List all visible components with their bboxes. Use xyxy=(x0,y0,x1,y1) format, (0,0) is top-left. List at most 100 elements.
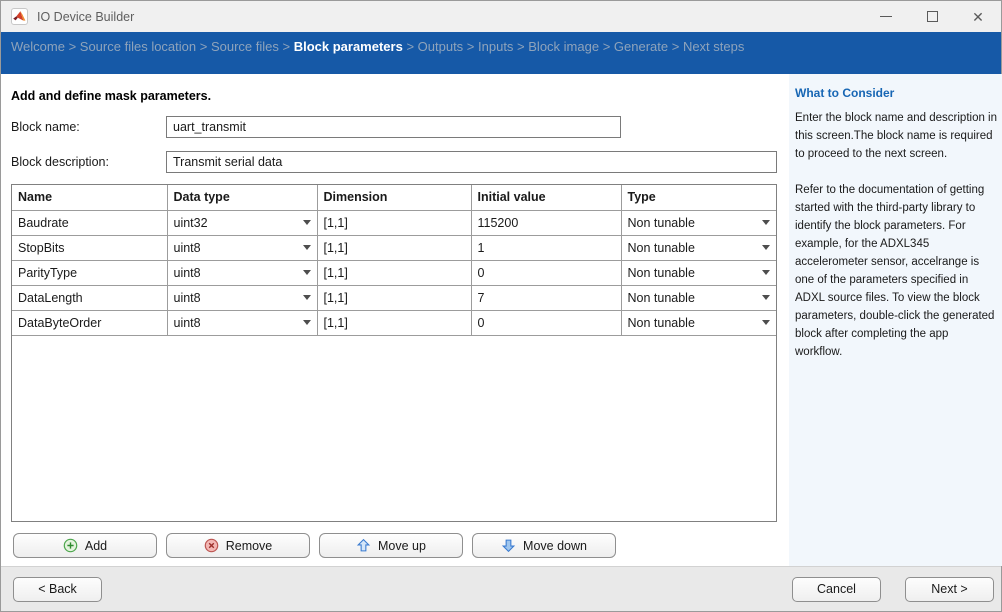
cell-data-type-dropdown-value: uint8 xyxy=(173,315,201,330)
action-button-label: Remove xyxy=(225,538,273,553)
block-name-field-row: Block name: xyxy=(11,116,779,138)
breadcrumb-step-next-steps: Next steps xyxy=(682,39,745,54)
cell-dimension[interactable]: [1,1] xyxy=(317,310,472,336)
column-header-data-type: Data type xyxy=(167,185,318,211)
remove-button[interactable]: Remove xyxy=(166,533,310,558)
maximize-icon[interactable] xyxy=(909,1,955,32)
cell-initial-value[interactable]: 0 xyxy=(471,310,622,336)
remove-circle-x-icon xyxy=(204,538,219,553)
cell-type-dropdown[interactable]: Non tunable xyxy=(621,235,776,261)
breadcrumb: Welcome > Source files location > Source… xyxy=(1,32,1001,74)
block-description-field-row: Block description: xyxy=(11,151,779,173)
chevron-down-icon[interactable] xyxy=(302,270,311,275)
next-button[interactable]: Next > xyxy=(905,576,994,602)
table-row: ParityType uint8 [1,1] 0 Non tunable xyxy=(12,260,776,286)
table-row: DataByteOrder uint8 [1,1] 0 Non tunable xyxy=(12,310,776,336)
cell-dimension[interactable]: [1,1] xyxy=(317,285,472,311)
cell-dimension[interactable]: [1,1] xyxy=(317,235,472,261)
cell-name[interactable]: ParityType xyxy=(12,260,168,286)
breadcrumb-step-block-parameters: Block parameters xyxy=(293,39,403,54)
cell-name[interactable]: DataLength xyxy=(12,285,168,311)
move-up-button[interactable]: Move up xyxy=(319,533,463,558)
column-header-name: Name xyxy=(12,185,168,211)
cell-type-dropdown[interactable]: Non tunable xyxy=(621,285,776,311)
cell-type-dropdown[interactable]: Non tunable xyxy=(621,260,776,286)
breadcrumb-step-generate: Generate xyxy=(613,39,669,54)
cell-data-type-dropdown[interactable]: uint8 xyxy=(167,310,318,336)
column-header-initial-value: Initial value xyxy=(471,185,622,211)
column-header-type: Type xyxy=(621,185,776,211)
content-area: Add and define mask parameters. Block na… xyxy=(1,74,1002,566)
breadcrumb-separator: > xyxy=(599,39,614,54)
breadcrumb-step-source-files: Source files xyxy=(210,39,279,54)
block-description-input[interactable] xyxy=(166,151,777,173)
column-header-dimension: Dimension xyxy=(317,185,472,211)
move-down-button[interactable]: Move down xyxy=(472,533,616,558)
parameters-table: Name Data type Dimension Initial value T… xyxy=(11,184,777,522)
chevron-down-icon[interactable] xyxy=(302,295,311,300)
cell-name[interactable]: StopBits xyxy=(12,235,168,261)
sidebar-title: What to Consider xyxy=(795,86,895,100)
block-description-label: Block description: xyxy=(11,155,109,169)
add-circle-plus-icon xyxy=(63,538,78,553)
block-name-input[interactable] xyxy=(166,116,621,138)
cell-data-type-dropdown[interactable]: uint8 xyxy=(167,235,318,261)
cell-initial-value[interactable]: 0 xyxy=(471,260,622,286)
breadcrumb-separator: > xyxy=(402,39,418,54)
matlab-app-icon xyxy=(11,8,28,25)
table-row: Baudrate uint32 [1,1] 115200 Non tunable xyxy=(12,210,776,236)
cell-data-type-dropdown[interactable]: uint8 xyxy=(167,285,318,311)
page-title: Add and define mask parameters. xyxy=(11,89,212,103)
arrow-down-icon xyxy=(501,538,516,553)
chevron-down-icon[interactable] xyxy=(762,320,770,325)
cell-data-type-dropdown-value: uint32 xyxy=(173,215,208,230)
chevron-down-icon[interactable] xyxy=(302,245,311,250)
cell-initial-value[interactable]: 7 xyxy=(471,285,622,311)
back-button[interactable]: < Back xyxy=(13,576,102,602)
chevron-down-icon[interactable] xyxy=(302,220,311,225)
cell-data-type-dropdown[interactable]: uint8 xyxy=(167,260,318,286)
cell-dimension[interactable]: [1,1] xyxy=(317,210,472,236)
action-button-label: Move down xyxy=(523,538,587,553)
chevron-down-icon[interactable] xyxy=(762,270,770,275)
cell-name[interactable]: DataByteOrder xyxy=(12,310,168,336)
breadcrumb-separator: > xyxy=(196,39,211,54)
table-row: DataLength uint8 [1,1] 7 Non tunable xyxy=(12,285,776,311)
cell-type-dropdown-value: Non tunable xyxy=(627,290,695,305)
arrow-up-icon xyxy=(356,538,371,553)
breadcrumb-separator: > xyxy=(668,39,683,54)
chevron-down-icon[interactable] xyxy=(762,295,770,300)
cell-initial-value[interactable]: 1 xyxy=(471,235,622,261)
cell-type-dropdown[interactable]: Non tunable xyxy=(621,210,776,236)
cell-type-dropdown-value: Non tunable xyxy=(627,215,695,230)
close-icon[interactable]: ✕ xyxy=(955,1,1001,32)
breadcrumb-step-outputs: Outputs xyxy=(417,39,464,54)
breadcrumb-separator: > xyxy=(463,39,479,54)
breadcrumb-step-inputs: Inputs xyxy=(478,39,514,54)
cell-type-dropdown[interactable]: Non tunable xyxy=(621,310,776,336)
main-panel: Add and define mask parameters. Block na… xyxy=(1,74,789,566)
table-row: StopBits uint8 [1,1] 1 Non tunable xyxy=(12,235,776,261)
chevron-down-icon[interactable] xyxy=(762,220,770,225)
add-button[interactable]: Add xyxy=(13,533,157,558)
action-button-label: Move up xyxy=(378,538,426,553)
cell-type-dropdown-value: Non tunable xyxy=(627,240,695,255)
cell-data-type-dropdown[interactable]: uint32 xyxy=(167,210,318,236)
io-device-builder-window: IO Device Builder ✕ Welcome > Source fil… xyxy=(0,0,1002,612)
chevron-down-icon[interactable] xyxy=(762,245,770,250)
breadcrumb-separator: > xyxy=(64,39,80,54)
table-header-row: Name Data type Dimension Initial value T… xyxy=(12,185,776,211)
cell-name[interactable]: Baudrate xyxy=(12,210,168,236)
title-bar: IO Device Builder ✕ xyxy=(1,1,1001,32)
minimize-icon[interactable] xyxy=(863,1,909,32)
breadcrumb-step-welcome: Welcome xyxy=(11,39,65,54)
chevron-down-icon[interactable] xyxy=(302,320,311,325)
cell-dimension[interactable]: [1,1] xyxy=(317,260,472,286)
help-sidebar: What to Consider Enter the block name an… xyxy=(789,74,1002,566)
cancel-button[interactable]: Cancel xyxy=(792,576,881,602)
cell-initial-value[interactable]: 115200 xyxy=(471,210,622,236)
breadcrumb-step-source-files-location: Source files location xyxy=(79,39,197,54)
footer-bar: < Back Cancel Next > xyxy=(1,566,1001,611)
block-name-label: Block name: xyxy=(11,120,80,134)
cell-type-dropdown-value: Non tunable xyxy=(627,265,695,280)
